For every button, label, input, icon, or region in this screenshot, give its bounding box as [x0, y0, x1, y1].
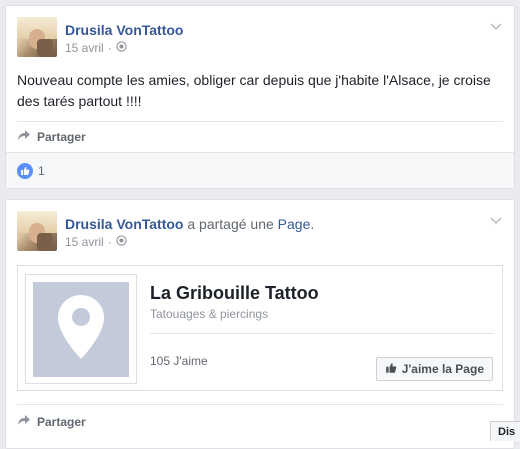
page-card-divider — [150, 333, 494, 334]
post-header: Drusila VonTattoo — [65, 22, 183, 38]
author-avatar[interactable] — [17, 211, 57, 251]
post-card: Drusila VonTattoo a partagé une Page. 15… — [5, 199, 515, 449]
share-arrow-icon — [17, 414, 31, 429]
globe-icon[interactable] — [116, 41, 127, 55]
reactions-bar: 1 — [6, 152, 514, 188]
author-avatar[interactable] — [17, 17, 57, 57]
post-divider — [17, 121, 503, 122]
share-label: Partager — [37, 414, 86, 429]
thumbs-up-icon — [385, 362, 397, 377]
shared-end: . — [310, 216, 315, 232]
share-arrow-icon — [17, 129, 31, 144]
author-name-link[interactable]: Drusila VonTattoo — [65, 22, 183, 38]
chevron-down-icon[interactable] — [490, 18, 502, 36]
post-card: Drusila VonTattoo 15 avril · Nouveau com… — [5, 5, 515, 189]
like-page-label: J'aime la Page — [401, 362, 484, 376]
page-like-count: 105 J'aime — [150, 354, 208, 368]
shared-text: a partagé une — [187, 216, 274, 232]
shared-page-card[interactable]: La Gribouille Tattoo Tatouages & piercin… — [17, 265, 503, 391]
author-name-link[interactable]: Drusila VonTattoo — [65, 216, 183, 232]
share-button[interactable]: Partager — [17, 129, 86, 144]
page-title[interactable]: La Gribouille Tattoo — [150, 283, 319, 304]
post-meta: 15 avril · — [65, 235, 127, 249]
chat-tab[interactable]: Dis — [490, 421, 520, 441]
globe-icon[interactable] — [116, 235, 127, 249]
post-date[interactable]: 15 avril — [65, 235, 104, 249]
shared-page-link[interactable]: Page — [278, 216, 311, 232]
post-date[interactable]: 15 avril — [65, 41, 104, 55]
post-text: Nouveau compte les amies, obliger car de… — [17, 72, 491, 109]
meta-separator: · — [107, 41, 112, 55]
page-thumbnail[interactable] — [25, 274, 137, 384]
location-pin-icon — [56, 293, 106, 366]
thumbs-up-icon[interactable] — [17, 162, 33, 179]
share-label: Partager — [37, 129, 86, 144]
page-category: Tatouages & piercings — [150, 307, 269, 321]
post-meta: 15 avril · — [65, 41, 127, 55]
chevron-down-icon[interactable] — [490, 212, 502, 230]
share-button[interactable]: Partager — [17, 414, 86, 429]
like-count[interactable]: 1 — [38, 164, 45, 178]
post-divider — [17, 404, 503, 405]
meta-separator: · — [107, 235, 112, 249]
like-page-button[interactable]: J'aime la Page — [375, 357, 493, 381]
post-header: Drusila VonTattoo a partagé une Page. — [65, 216, 314, 232]
